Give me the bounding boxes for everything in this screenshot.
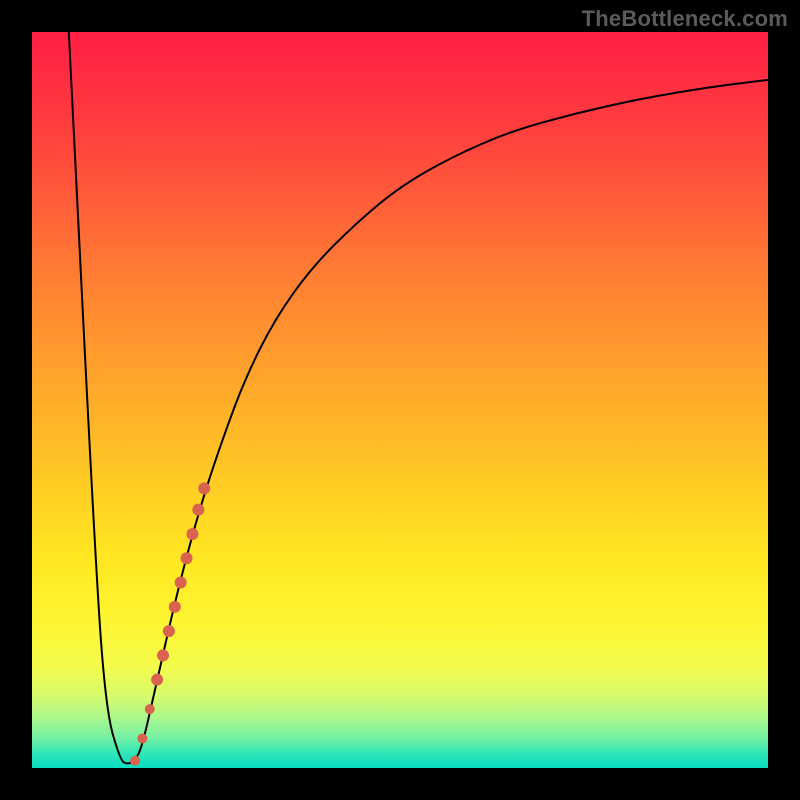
highlight-dot xyxy=(163,625,175,637)
watermark-label: TheBottleneck.com xyxy=(582,6,788,32)
highlight-dot xyxy=(137,734,147,744)
highlight-dot xyxy=(157,649,169,661)
highlight-dot xyxy=(181,552,193,564)
highlight-dot xyxy=(169,601,181,613)
chart-frame: TheBottleneck.com xyxy=(0,0,800,800)
highlight-dot xyxy=(130,756,140,766)
highlight-dot xyxy=(198,482,210,494)
chart-svg xyxy=(32,32,768,768)
highlight-dot xyxy=(186,528,198,540)
highlight-dot xyxy=(151,674,163,686)
curve-line xyxy=(69,32,768,763)
highlight-dot xyxy=(192,504,204,516)
highlight-dot xyxy=(145,704,155,714)
highlight-dot xyxy=(175,577,187,589)
